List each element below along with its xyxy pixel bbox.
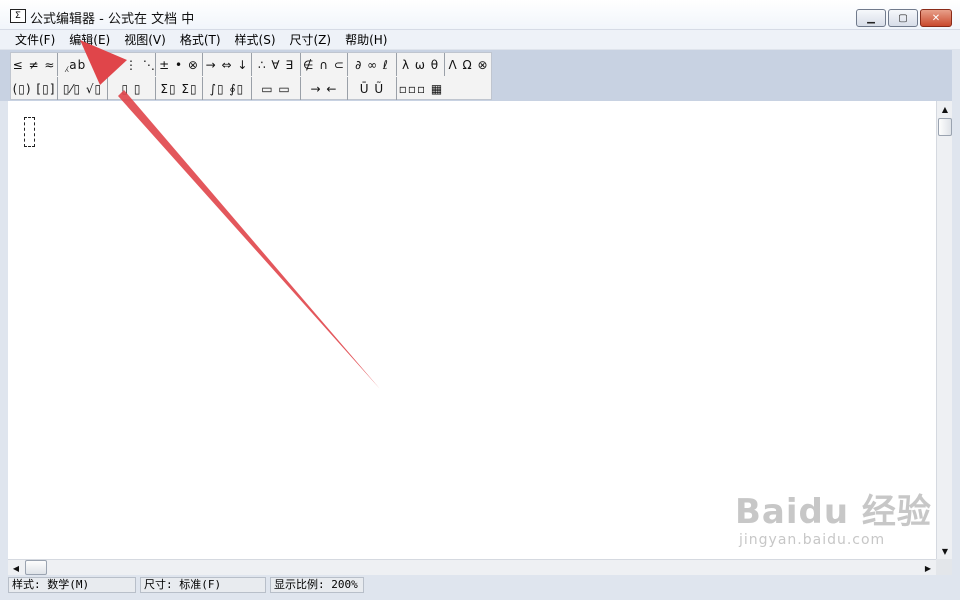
window-title: 公式编辑器 - 公式在 文档 中 xyxy=(30,12,195,27)
window-controls: ▁ ▢ ✕ xyxy=(856,9,952,27)
labeled-arrow-templates-button[interactable]: → ← xyxy=(301,77,348,100)
template-palette-row: (▯) [▯] ▯⁄▯ √▯ ▯ ▯ Σ▯ Σ▯ ∫▯ ∮▯ ▭ ▭ → ← Ū… xyxy=(11,77,445,100)
close-button[interactable]: ✕ xyxy=(920,9,952,27)
subscript-superscript-templates-button[interactable]: ▯ ▯ xyxy=(108,77,156,100)
vertical-scroll-thumb[interactable] xyxy=(938,118,952,136)
scroll-down-arrow-icon[interactable]: ▼ xyxy=(937,543,953,559)
minimize-icon: ▁ xyxy=(867,12,875,24)
scroll-left-arrow-icon[interactable]: ◀ xyxy=(8,560,24,576)
window-left-border xyxy=(0,101,8,575)
menu-style[interactable]: 样式(S) xyxy=(228,31,283,49)
empty-equation-slot[interactable] xyxy=(24,117,35,147)
status-size: 尺寸: 标准(F) xyxy=(140,577,266,593)
arrows-palette-button[interactable]: → ⇔ ↓ xyxy=(203,53,252,76)
greek-lowercase-palette-button[interactable]: λ ω θ xyxy=(397,53,445,76)
title-bar: Σ 公式编辑器 - 公式在 文档 中 ▁ ▢ ✕ xyxy=(0,0,960,30)
summation-templates-button[interactable]: Σ▯ Σ▯ xyxy=(156,77,203,100)
status-style: 样式: 数学(M) xyxy=(8,577,136,593)
status-zoom: 显示比例: 200% xyxy=(270,577,364,593)
logic-palette-button[interactable]: ∴ ∀ ∃ xyxy=(252,53,301,76)
window-right-border xyxy=(952,50,960,600)
equation-editing-area[interactable] xyxy=(8,101,936,559)
fence-templates-button[interactable]: (▯) [▯] xyxy=(11,77,58,100)
embellishments-palette-button[interactable]: ⋰ ⋮ ⋱ xyxy=(107,53,156,76)
horizontal-scrollbar[interactable]: ◀ ▶ xyxy=(8,559,936,575)
symbol-palette: ≤ ≠ ≈ ⁁ab ∵ ⋰ ⋮ ⋱ ± • ⊗ → ⇔ ↓ ∴ ∀ ∃ ∉ ∩ … xyxy=(10,52,492,100)
watermark-logo: Baidu 经验 xyxy=(735,492,932,532)
menu-file[interactable]: 文件(F) xyxy=(8,31,62,49)
close-icon: ✕ xyxy=(931,12,941,24)
menu-format[interactable]: 格式(T) xyxy=(173,31,228,49)
scroll-right-arrow-icon[interactable]: ▶ xyxy=(920,560,936,576)
bar-templates-button[interactable]: ▭ ▭ xyxy=(252,77,301,100)
maximize-button[interactable]: ▢ xyxy=(888,9,918,27)
scroll-up-arrow-icon[interactable]: ▲ xyxy=(937,101,953,117)
greek-uppercase-palette-button[interactable]: Λ Ω ⊗ xyxy=(445,53,492,76)
watermark-url: jingyan.baidu.com xyxy=(739,532,886,548)
baidu-watermark: Baidu 经验 jingyan.baidu.com xyxy=(735,492,932,548)
menu-bar: 文件(F) 编辑(E) 视图(V) 格式(T) 样式(S) 尺寸(Z) 帮助(H… xyxy=(0,30,960,50)
toolbar: ≤ ≠ ≈ ⁁ab ∵ ⋰ ⋮ ⋱ ± • ⊗ → ⇔ ↓ ∴ ∀ ∃ ∉ ∩ … xyxy=(0,50,960,101)
horizontal-scroll-thumb[interactable] xyxy=(25,560,47,575)
menu-view[interactable]: 视图(V) xyxy=(117,31,173,49)
matrix-templates-button[interactable]: ▫▫▫ ▦ xyxy=(397,77,445,100)
relations-palette-button[interactable]: ≤ ≠ ≈ xyxy=(11,53,58,76)
operators-palette-button[interactable]: ± • ⊗ xyxy=(156,53,203,76)
menu-edit[interactable]: 编辑(E) xyxy=(62,31,117,49)
app-icon: Σ xyxy=(10,9,26,23)
status-bar: 样式: 数学(M) 尺寸: 标准(F) 显示比例: 200% xyxy=(0,575,960,600)
vertical-scrollbar[interactable]: ▲ ▼ xyxy=(936,101,952,559)
fraction-radical-templates-button[interactable]: ▯⁄▯ √▯ xyxy=(58,77,108,100)
product-set-templates-button[interactable]: Ū Ũ xyxy=(348,77,397,100)
minimize-button[interactable]: ▁ xyxy=(856,9,886,27)
maximize-icon: ▢ xyxy=(898,12,908,24)
symbol-palette-row: ≤ ≠ ≈ ⁁ab ∵ ⋰ ⋮ ⋱ ± • ⊗ → ⇔ ↓ ∴ ∀ ∃ ∉ ∩ … xyxy=(11,53,492,76)
misc-symbols-palette-button[interactable]: ∂ ∞ ℓ xyxy=(348,53,397,76)
scrollbar-corner xyxy=(936,559,952,575)
menu-help[interactable]: 帮助(H) xyxy=(338,31,394,49)
integral-templates-button[interactable]: ∫▯ ∮▯ xyxy=(203,77,252,100)
menu-size[interactable]: 尺寸(Z) xyxy=(283,31,339,49)
set-theory-palette-button[interactable]: ∉ ∩ ⊂ xyxy=(301,53,348,76)
spaces-ellipses-palette-button[interactable]: ⁁ab ∵ xyxy=(58,53,108,76)
